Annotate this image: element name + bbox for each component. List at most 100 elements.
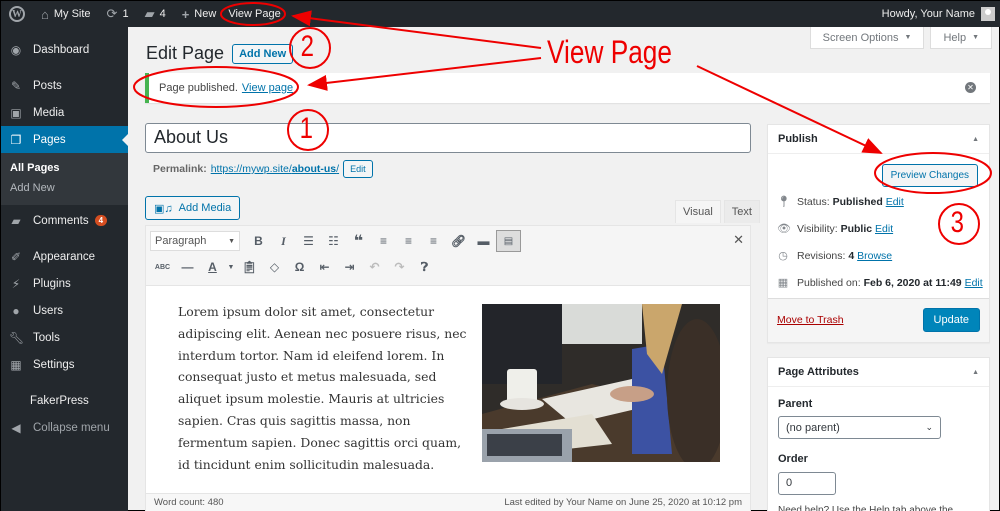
sidebar-item-posts[interactable]: ✎ Posts [1, 72, 128, 99]
parent-value: (no parent) [786, 421, 840, 434]
last-edited: Last edited by Your Name on June 25, 202… [504, 497, 742, 508]
toolbar-toggle-icon[interactable]: ▤ [496, 230, 521, 252]
paste-as-text-icon[interactable]: 📋︎ [237, 256, 262, 278]
align-left-icon[interactable]: ≡ [371, 230, 396, 252]
add-new-page-button[interactable]: Add New [232, 43, 294, 64]
parent-select[interactable]: (no parent) ⌄ [778, 416, 941, 439]
revisions-value: 4 [848, 249, 855, 262]
page-attributes-header[interactable]: Page Attributes ▲ [768, 358, 989, 387]
sidebar-item-plugins[interactable]: ⚡ Plugins [1, 270, 128, 297]
edit-status-link[interactable]: Edit [886, 196, 904, 208]
align-right-icon[interactable]: ≡ [421, 230, 446, 252]
updates-link[interactable]: ⟳ 1 [99, 1, 137, 27]
dismiss-icon[interactable]: ✕ [965, 82, 976, 93]
plus-icon: + [181, 6, 190, 22]
comments-badge: 4 [94, 215, 108, 226]
sidebar-item-label: Users [33, 304, 64, 317]
sidebar-item-label: Dashboard [33, 43, 90, 56]
edit-date-link[interactable]: Edit [965, 277, 983, 289]
page-heading: Edit Page Add New [146, 43, 294, 64]
indent-icon[interactable]: ⇥ [337, 256, 362, 278]
wp-logo-menu[interactable]: W [1, 1, 33, 27]
submenu-add-new[interactable]: Add New [1, 178, 128, 198]
publish-actions: Move to Trash Update [768, 298, 989, 342]
blockquote-icon[interactable]: ❝ [346, 230, 371, 252]
text-color-icon[interactable]: A [200, 256, 225, 278]
view-page-notice-link[interactable]: View page [242, 82, 293, 94]
sidebar-item-pages[interactable]: ❐ Pages [1, 126, 128, 153]
sidebar-item-dashboard[interactable]: ◉ Dashboard [1, 36, 128, 63]
help-label: Help [943, 31, 967, 44]
undo-icon[interactable]: ↶ [362, 256, 387, 278]
pages-submenu: All Pages Add New [1, 153, 128, 205]
bold-icon[interactable]: B [246, 230, 271, 252]
photo-illustration [482, 304, 720, 462]
visibility-row: 👁︎ Visibility: Public Edit [777, 222, 893, 236]
site-name-link[interactable]: ⌂ My Site [33, 1, 99, 27]
redo-icon[interactable]: ↷ [387, 256, 412, 278]
published-label: Published on: [797, 276, 861, 289]
browse-revisions-link[interactable]: Browse [857, 250, 892, 262]
eye-icon: 👁︎ [777, 223, 791, 235]
site-name: My Site [53, 8, 91, 20]
sidebar-item-users[interactable]: ● Users [1, 297, 128, 324]
view-page-link[interactable]: View Page [224, 1, 288, 27]
help-icon[interactable]: ❓︎ [412, 256, 437, 278]
sidebar-item-settings[interactable]: ▦ Settings [1, 351, 128, 378]
numbered-list-icon[interactable]: ☷ [321, 230, 346, 252]
user-icon: ● [12, 303, 20, 318]
update-button[interactable]: Update [922, 308, 980, 332]
permalink-link[interactable]: https://mywp.site/about-us/ [211, 163, 339, 175]
sidebar-item-comments[interactable]: ▰ Comments 4 [1, 207, 128, 234]
submenu-all-pages[interactable]: All Pages [1, 158, 128, 178]
special-character-icon[interactable]: Ω [287, 256, 312, 278]
tab-text[interactable]: Text [723, 200, 760, 223]
strikethrough-icon[interactable]: ABC [150, 256, 175, 278]
status-row: 📍︎ Status: Published Edit [777, 195, 904, 209]
horizontal-line-icon[interactable]: — [175, 256, 200, 278]
updates-count: 1 [122, 8, 129, 20]
word-count: Word count: 480 [154, 497, 224, 508]
revisions-row: ◷ Revisions: 4 Browse [777, 249, 892, 263]
tab-visual[interactable]: Visual [675, 200, 721, 223]
status-label: Status: [797, 195, 830, 208]
caret-down-icon[interactable]: ▼ [225, 256, 237, 278]
collapse-toggle-icon[interactable]: ▲ [972, 136, 979, 143]
sidebar-item-tools[interactable]: 🔧︎ Tools [1, 324, 128, 351]
screen-options-label: Screen Options [822, 31, 899, 44]
screen-options-button[interactable]: Screen Options ▼ [809, 27, 925, 49]
italic-icon[interactable]: I [271, 230, 296, 252]
link-icon[interactable]: 🔗︎ [446, 230, 471, 252]
edit-permalink-button[interactable]: Edit [343, 160, 373, 178]
sidebar-item-label: Posts [33, 79, 62, 92]
content-image[interactable] [482, 304, 720, 462]
help-button[interactable]: Help ▼ [930, 27, 992, 49]
format-select[interactable]: Paragraph ▼ [150, 231, 240, 251]
add-media-button[interactable]: ▣♫ Add Media [145, 196, 241, 220]
clear-formatting-icon[interactable]: ◇ [262, 256, 287, 278]
greeting: Howdy, Your Name [881, 8, 975, 20]
my-account-link[interactable]: Howdy, Your Name [882, 7, 1000, 21]
order-input[interactable]: 0 [778, 472, 836, 495]
post-title-input[interactable]: About Us [145, 123, 751, 153]
sidebar-item-fakerpress[interactable]: FakerPress [1, 387, 128, 414]
calendar-icon: ▦ [777, 277, 789, 289]
collapse-toggle-icon[interactable]: ▲ [972, 369, 979, 376]
move-to-trash-link[interactable]: Move to Trash [777, 314, 844, 326]
media-icon: ▣ [10, 105, 22, 120]
edit-visibility-link[interactable]: Edit [875, 223, 893, 235]
editor-content[interactable]: Lorem ipsum dolor sit amet, consectetur … [146, 286, 750, 476]
publish-box-header[interactable]: Publish ▲ [768, 125, 989, 154]
preview-changes-button[interactable]: Preview Changes [881, 164, 978, 187]
avatar [981, 7, 995, 21]
fullscreen-icon[interactable]: ✕ [733, 232, 744, 248]
collapse-menu-button[interactable]: ◀ Collapse menu [1, 414, 128, 441]
read-more-icon[interactable]: ▬ [471, 230, 496, 252]
align-center-icon[interactable]: ≡ [396, 230, 421, 252]
new-content-link[interactable]: + New [174, 1, 225, 27]
outdent-icon[interactable]: ⇤ [312, 256, 337, 278]
bulleted-list-icon[interactable]: ☰ [296, 230, 321, 252]
comments-link[interactable]: ▰ 4 [137, 1, 174, 27]
sidebar-item-appearance[interactable]: ✐ Appearance [1, 243, 128, 270]
sidebar-item-media[interactable]: ▣ Media [1, 99, 128, 126]
